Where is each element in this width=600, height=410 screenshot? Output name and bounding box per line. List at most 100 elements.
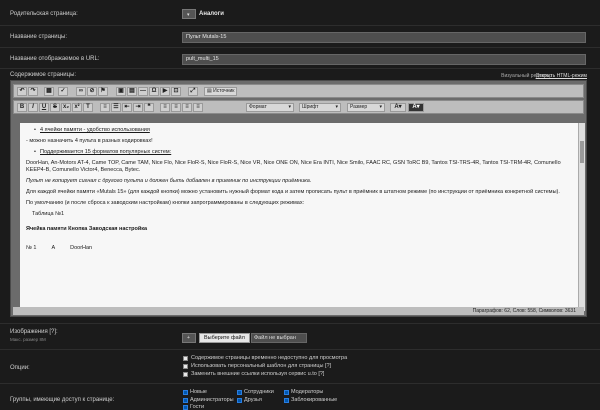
option-checkbox[interactable] — [183, 356, 188, 361]
group-label: Администраторы — [190, 397, 234, 403]
paragraph: Для каждой ячейки памяти «Mutals 15» (дл… — [26, 189, 560, 195]
paragraph: По умолчанию (и после сброса к заводским… — [26, 200, 305, 206]
images-hint: Макс. размер 8M — [10, 337, 46, 342]
divider — [0, 47, 600, 48]
bold-icon[interactable]: B — [17, 103, 27, 112]
divider — [0, 349, 600, 350]
group-checkbox[interactable] — [284, 390, 289, 395]
align-justify-icon[interactable]: ≡ — [193, 103, 203, 112]
format-select[interactable]: Формат ▾ — [246, 103, 294, 112]
group-label: Модераторы — [291, 389, 324, 395]
divider — [0, 68, 600, 69]
divider — [0, 383, 600, 384]
content-label: Содержимое страницы: — [10, 72, 77, 78]
chevron-down-icon: ▾ — [288, 104, 291, 110]
group-checkbox[interactable] — [237, 390, 242, 395]
group-label: Новые — [190, 389, 207, 395]
table-row: № 1 A DoorHan — [26, 245, 93, 251]
page-name-label: Название страницы: — [10, 34, 67, 40]
group-checkbox[interactable] — [237, 398, 242, 403]
url-name-input[interactable]: pult_multi_15 — [182, 54, 586, 65]
scrollbar-thumb[interactable] — [580, 141, 584, 163]
option-checkbox[interactable] — [183, 372, 188, 377]
open-html-link[interactable]: Открыть HTML-режим — [536, 73, 587, 79]
select-all-icon[interactable]: ▦ — [44, 87, 54, 96]
list-item: Поддерживается 15 форматов популярных си… — [34, 149, 572, 156]
parent-page-select[interactable]: ▾ — [182, 9, 196, 19]
link-icon[interactable]: ∞ — [76, 87, 86, 96]
groups-label: Группы, имеющие доступ к странице: — [10, 397, 115, 403]
divider — [0, 25, 600, 26]
text-color-icon[interactable]: A▾ — [390, 103, 406, 112]
image-icon[interactable]: ▣ — [116, 87, 126, 96]
group-label: Гости — [190, 404, 205, 410]
table-header: Ячейка памяти Кнопка Заводская настройка — [26, 226, 148, 232]
source-button[interactable]: ▤ Источник — [204, 87, 238, 96]
page-name-input[interactable]: Пульт Mutals-15 — [182, 32, 586, 43]
editor-toolbar-1: ↶ ↷ ▦ ✓ ∞ ⊘ ⚑ ▣ ▤ — Ω ▶ ⊡ ⤢ ▤ Источник — [13, 84, 584, 98]
group-checkbox[interactable] — [183, 390, 188, 395]
option-label: Заменить внешние ссылки используя сервис… — [191, 371, 325, 377]
editor-statusbar: Параграфов: 62, Слов: 558, Символов: 363… — [13, 307, 584, 315]
redo-icon[interactable]: ↷ — [28, 87, 38, 96]
paragraph: Пульт не копирует сигнал с другого пульт… — [26, 178, 312, 184]
numbered-list-icon[interactable]: ≡ — [100, 103, 110, 112]
editor-content[interactable]: 4 ячейки памяти - удобство использования… — [20, 123, 578, 311]
subscript-icon[interactable]: x₂ — [61, 103, 71, 112]
outdent-icon[interactable]: ⇤ — [122, 103, 132, 112]
strikethrough-icon[interactable]: S — [50, 103, 60, 112]
underline-icon[interactable]: U — [39, 103, 49, 112]
indent-icon[interactable]: ⇥ — [133, 103, 143, 112]
font-select[interactable]: Шрифт ▾ — [299, 103, 341, 112]
horizontal-line-icon[interactable]: — — [138, 87, 148, 96]
group-label: Друзья — [244, 397, 262, 403]
align-right-icon[interactable]: ≡ — [182, 103, 192, 112]
divider — [0, 323, 600, 324]
align-left-icon[interactable]: ≡ — [160, 103, 170, 112]
group-checkbox[interactable] — [284, 398, 289, 403]
unlink-icon[interactable]: ⊘ — [87, 87, 97, 96]
parent-page-value: Аналоги — [199, 11, 224, 17]
undo-icon[interactable]: ↶ — [17, 87, 27, 96]
blockquote-icon[interactable]: ❝ — [144, 103, 154, 112]
italic-icon[interactable]: I — [28, 103, 38, 112]
paragraph: - можно назначить 4 пульта в разных коди… — [26, 138, 153, 144]
choose-file-button[interactable]: Выберите файл — [199, 333, 250, 343]
media-icon[interactable]: ▶ — [160, 87, 170, 96]
option-label: Использовать персональный шаблон для стр… — [191, 363, 332, 369]
iframe-icon[interactable]: ⊡ — [171, 87, 181, 96]
special-char-icon[interactable]: Ω — [149, 87, 159, 96]
size-select[interactable]: Размер ▾ — [347, 103, 385, 112]
remove-format-icon[interactable]: T — [83, 103, 93, 112]
maximize-icon[interactable]: ⤢ — [188, 87, 198, 96]
list-item: 4 ячейки памяти - удобство использования — [34, 127, 572, 134]
plus-icon: + — [187, 335, 190, 341]
spellcheck-icon[interactable]: ✓ — [58, 87, 68, 96]
url-name-label: Название отображаемое в URL: — [10, 56, 100, 62]
parent-page-label: Родительская страница: — [10, 11, 78, 17]
images-label: Изображения [?]: — [10, 329, 58, 335]
table-title: Таблица №1 — [32, 211, 65, 217]
option-label: Содержимое страницы временно недоступно … — [191, 355, 348, 361]
chevron-down-icon: ▾ — [379, 104, 382, 110]
group-label: Сотрудники — [244, 389, 274, 395]
chevron-down-icon: ▾ — [335, 104, 338, 110]
editor-toolbar-2: B I U S x₂ x² T ≡ ☰ ⇤ ⇥ ❝ ≡ ≡ ≡ ≡ Формат… — [13, 100, 584, 114]
group-label: Заблокированные — [291, 397, 338, 403]
anchor-icon[interactable]: ⚑ — [98, 87, 108, 96]
group-checkbox[interactable] — [183, 398, 188, 403]
image-extra-button[interactable]: + — [182, 333, 196, 343]
rich-text-editor: ↶ ↷ ▦ ✓ ∞ ⊘ ⚑ ▣ ▤ — Ω ▶ ⊡ ⤢ ▤ Источник B… — [10, 80, 587, 317]
chevron-down-icon: ▾ — [187, 12, 190, 18]
background-color-icon[interactable]: A▾ — [408, 103, 424, 112]
paragraph: DoorHan, An-Motors AT-4, Came TOP, Came … — [26, 160, 561, 173]
editor-scrollbar[interactable] — [578, 123, 585, 311]
options-label: Опции: — [10, 365, 30, 371]
bulleted-list-icon[interactable]: ☰ — [111, 103, 121, 112]
align-center-icon[interactable]: ≡ — [171, 103, 181, 112]
option-checkbox[interactable] — [183, 364, 188, 369]
superscript-icon[interactable]: x² — [72, 103, 82, 112]
table-icon[interactable]: ▤ — [127, 87, 137, 96]
file-name-display: Файл не выбран — [251, 333, 307, 343]
group-checkbox[interactable] — [183, 405, 188, 410]
